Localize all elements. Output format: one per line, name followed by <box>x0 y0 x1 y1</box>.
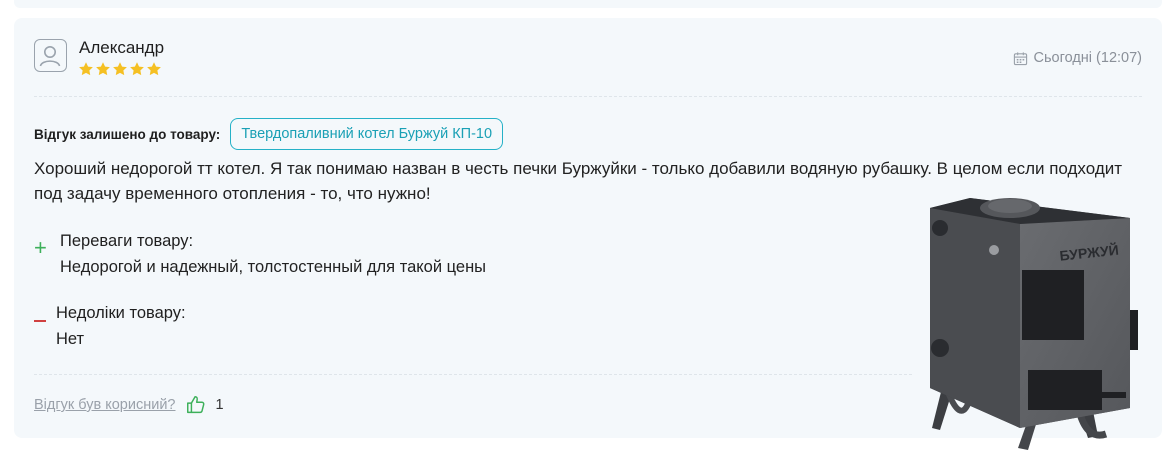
pros-title: Переваги товару: <box>60 232 194 250</box>
calendar-icon <box>1013 51 1027 65</box>
review-date-text: Сьогодні (12:07) <box>1033 50 1142 66</box>
previous-card-edge <box>14 0 1162 8</box>
star-icon <box>113 62 127 76</box>
helpful-question-link[interactable]: Відгук був корисний? <box>34 397 176 413</box>
helpful-row: Відгук був корисний? 1 <box>34 394 224 416</box>
review-date: Сьогодні (12:07) <box>1013 49 1142 67</box>
cons-text: Нет <box>56 330 85 348</box>
star-icon <box>79 62 93 76</box>
star-icon <box>130 62 144 76</box>
plus-icon: + <box>34 235 47 260</box>
review-author: Александр <box>79 38 165 57</box>
minus-icon <box>34 320 46 322</box>
star-icon <box>96 62 110 76</box>
cons-title: Недоліки товару: <box>56 304 186 322</box>
reviewed-product: Відгук залишено до товару: Твердопаливни… <box>34 118 504 150</box>
product-photo[interactable]: БУРЖУЙ <box>910 178 1150 458</box>
footer-divider <box>34 374 912 375</box>
product-link-tag[interactable]: Твердопаливний котел Буржуй КП-10 <box>230 118 504 150</box>
like-count: 1 <box>215 397 224 413</box>
product-label: Відгук залишено до товару: <box>34 126 221 142</box>
star-icon <box>147 62 161 76</box>
pros-text: Недорогой и надежный, толстостенный для … <box>60 258 487 276</box>
user-avatar-icon <box>34 39 67 72</box>
rating-stars <box>78 61 162 77</box>
header-divider <box>34 96 1142 97</box>
thumbs-up-icon[interactable] <box>185 394 207 416</box>
